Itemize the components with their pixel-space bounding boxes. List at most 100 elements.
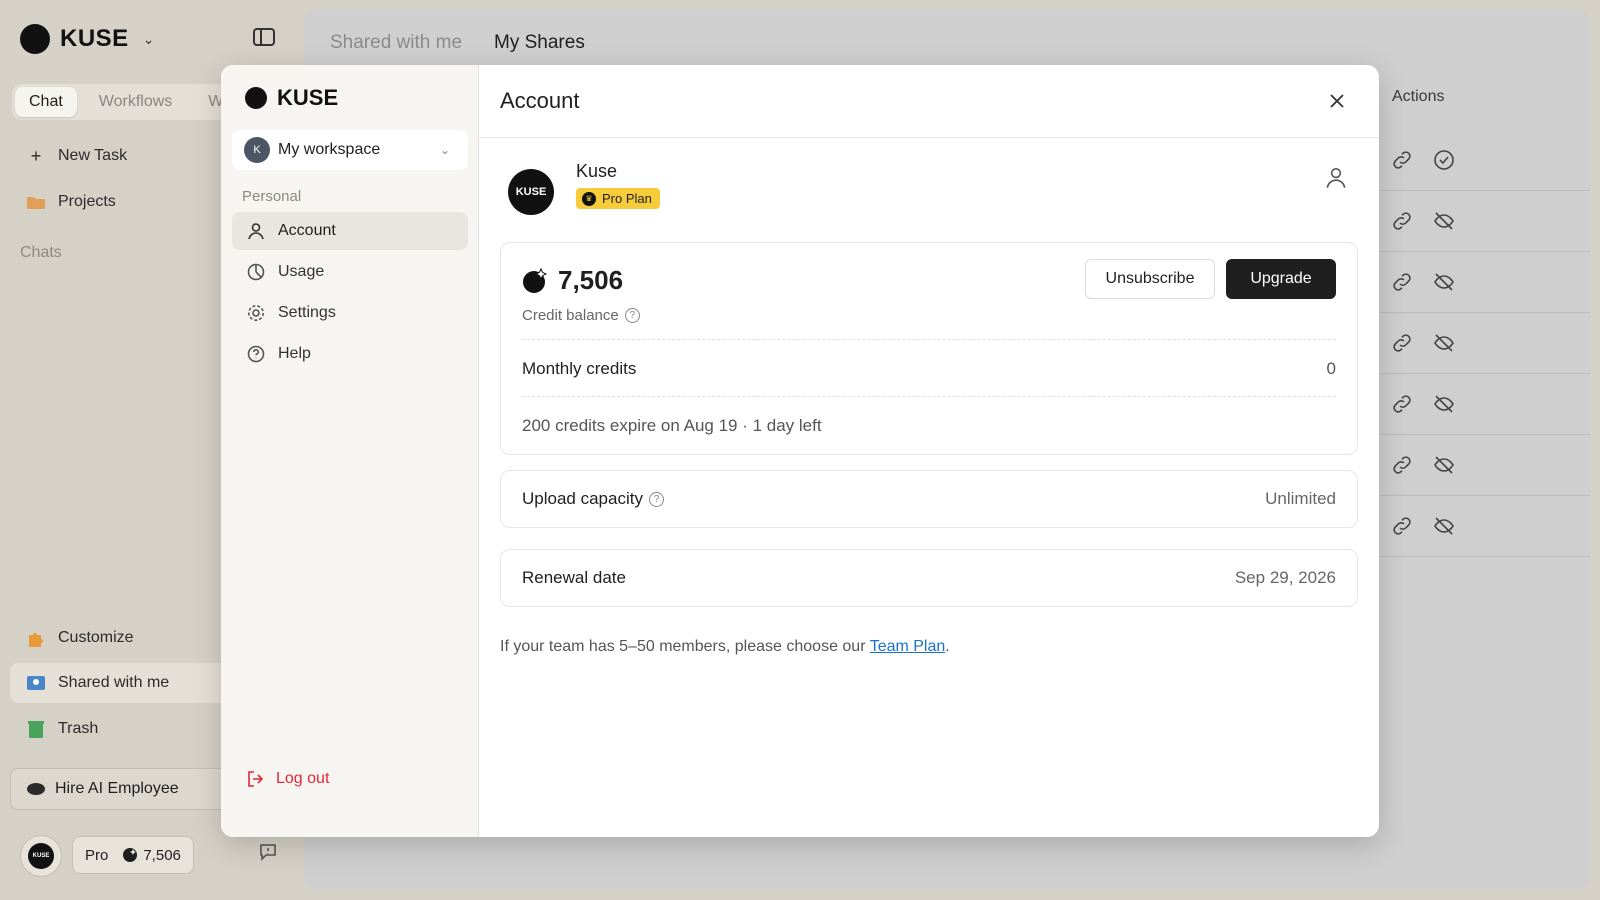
tab-chat[interactable]: Chat <box>15 87 77 117</box>
table-row <box>1390 392 1456 416</box>
monthly-credits-value: 0 <box>1326 359 1336 378</box>
tab-my-shares[interactable]: My Shares <box>494 32 585 54</box>
row-divider <box>1374 495 1590 496</box>
shared-label: Shared with me <box>58 674 170 691</box>
credit-balance-label-row: Credit balance ? <box>522 307 640 324</box>
puzzle-icon <box>26 628 46 648</box>
shared-folder-icon <box>26 673 46 693</box>
table-row <box>1390 270 1456 294</box>
unsubscribe-button[interactable]: Unsubscribe <box>1085 259 1215 299</box>
question-icon[interactable]: ? <box>624 308 640 323</box>
chevron-down-icon: ⌄ <box>439 143 450 157</box>
actions-column-header: Actions <box>1392 88 1445 105</box>
credit-expiry-note: 200 credits expire on Aug 19 · 1 day lef… <box>522 416 822 435</box>
tab-shared-with-me[interactable]: Shared with me <box>330 32 462 54</box>
credit-balance-label: Credit balance <box>522 307 619 324</box>
link-icon[interactable] <box>1390 209 1414 233</box>
eye-off-icon[interactable] <box>1432 453 1456 477</box>
upload-capacity-label-group: Upload capacity ? <box>522 489 664 509</box>
link-icon[interactable] <box>1390 392 1414 416</box>
team-note-prefix: If your team has 5–50 members, please ch… <box>500 638 870 655</box>
workspace-avatar: K <box>244 137 270 163</box>
eye-off-icon[interactable] <box>1432 270 1456 294</box>
team-note-suffix: . <box>945 638 950 655</box>
modal-sidebar: KUSE K My workspace ⌄ Personal Account U… <box>221 65 479 837</box>
upload-capacity-value: Unlimited <box>1265 489 1336 508</box>
brand-switcher[interactable]: KUSE ⌄ <box>20 24 154 54</box>
link-icon[interactable] <box>1390 270 1414 294</box>
divider <box>522 339 1336 340</box>
question-icon[interactable]: ? <box>648 491 664 507</box>
modal-title: Account <box>479 65 1379 138</box>
eye-off-icon[interactable] <box>1432 209 1456 233</box>
chevron-down-icon: ⌄ <box>142 30 155 47</box>
row-divider <box>1374 312 1590 313</box>
ai-employee-icon <box>27 783 45 795</box>
account-modal: KUSE K My workspace ⌄ Personal Account U… <box>221 65 1379 837</box>
table-row <box>1390 209 1456 233</box>
profile-name: Kuse <box>576 161 618 181</box>
table-row <box>1390 453 1456 477</box>
credits-icon <box>523 267 548 293</box>
team-plan-note: If your team has 5–50 members, please ch… <box>500 638 950 656</box>
crown-icon: ♛ <box>582 191 596 206</box>
eye-off-icon[interactable] <box>1432 392 1456 416</box>
link-icon[interactable] <box>1390 453 1414 477</box>
settings-nav-label: Settings <box>278 304 336 321</box>
help-nav-label: Help <box>278 345 311 362</box>
person-icon[interactable] <box>1323 165 1349 191</box>
credits-value: 7,506 <box>143 846 181 864</box>
upload-capacity-label: Upload capacity <box>522 489 643 508</box>
close-icon[interactable] <box>1325 89 1349 113</box>
gear-icon <box>248 305 264 321</box>
plan-credits-pill[interactable]: Pro 7,506 <box>72 836 194 874</box>
credit-amount: 7,506 <box>558 265 624 295</box>
sidebar-toggle-icon[interactable] <box>253 28 275 46</box>
brand-name: KUSE <box>60 25 129 52</box>
row-divider <box>1374 434 1590 435</box>
workspace-selector[interactable]: K My workspace ⌄ <box>232 130 468 170</box>
profile-text: Kuse ♛ Pro Plan <box>576 161 660 209</box>
table-row <box>1390 331 1456 355</box>
trash-icon <box>26 719 46 739</box>
eye-off-icon[interactable] <box>1432 331 1456 355</box>
renewal-date-value: Sep 29, 2026 <box>1234 568 1336 587</box>
modal-nav-settings[interactable]: Settings <box>232 294 468 332</box>
team-plan-link[interactable]: Team Plan <box>870 638 946 655</box>
projects-label: Projects <box>58 193 116 210</box>
eye-off-icon[interactable] <box>1432 514 1456 538</box>
logout-button[interactable]: Log out <box>246 769 329 789</box>
avatar-logo: KUSE <box>28 843 54 869</box>
folder-icon <box>26 192 46 212</box>
modal-nav-help[interactable]: Help <box>232 335 468 373</box>
modal-nav-usage[interactable]: Usage <box>232 253 468 291</box>
avatar[interactable]: KUSE <box>20 835 62 877</box>
feedback-icon[interactable] <box>258 842 278 867</box>
monthly-credits-label: Monthly credits <box>522 359 637 378</box>
brand-logo <box>20 24 50 54</box>
link-icon[interactable] <box>1390 331 1414 355</box>
link-icon[interactable] <box>1390 148 1414 172</box>
modal-content: Account KUSE Kuse ♛ Pro Plan 7,506 Credi… <box>479 65 1379 837</box>
check-circle-icon[interactable] <box>1432 148 1456 172</box>
modal-nav-account[interactable]: Account <box>232 212 468 250</box>
chats-section-label: Chats <box>20 244 62 261</box>
plus-icon: + <box>30 145 42 166</box>
user-icon <box>248 223 264 240</box>
credits-icon <box>123 848 138 862</box>
help-icon <box>247 345 265 363</box>
renewal-date-row: Renewal date Sep 29, 2026 <box>500 549 1358 607</box>
logout-icon <box>248 771 264 787</box>
customize-label: Customize <box>58 629 134 646</box>
brand-logo <box>245 87 267 109</box>
upload-capacity-row: Upload capacity ? Unlimited <box>500 470 1358 528</box>
link-icon[interactable] <box>1390 514 1414 538</box>
table-row <box>1390 514 1456 538</box>
renewal-date-label: Renewal date <box>522 568 626 587</box>
logout-label: Log out <box>276 770 330 787</box>
account-nav-label: Account <box>278 222 336 239</box>
monthly-credits-row: Monthly credits 0 <box>522 359 1336 379</box>
upgrade-button[interactable]: Upgrade <box>1226 259 1336 299</box>
tab-workflows[interactable]: Workflows <box>85 87 187 117</box>
status-badge: ♛ Pro Plan <box>576 188 660 209</box>
